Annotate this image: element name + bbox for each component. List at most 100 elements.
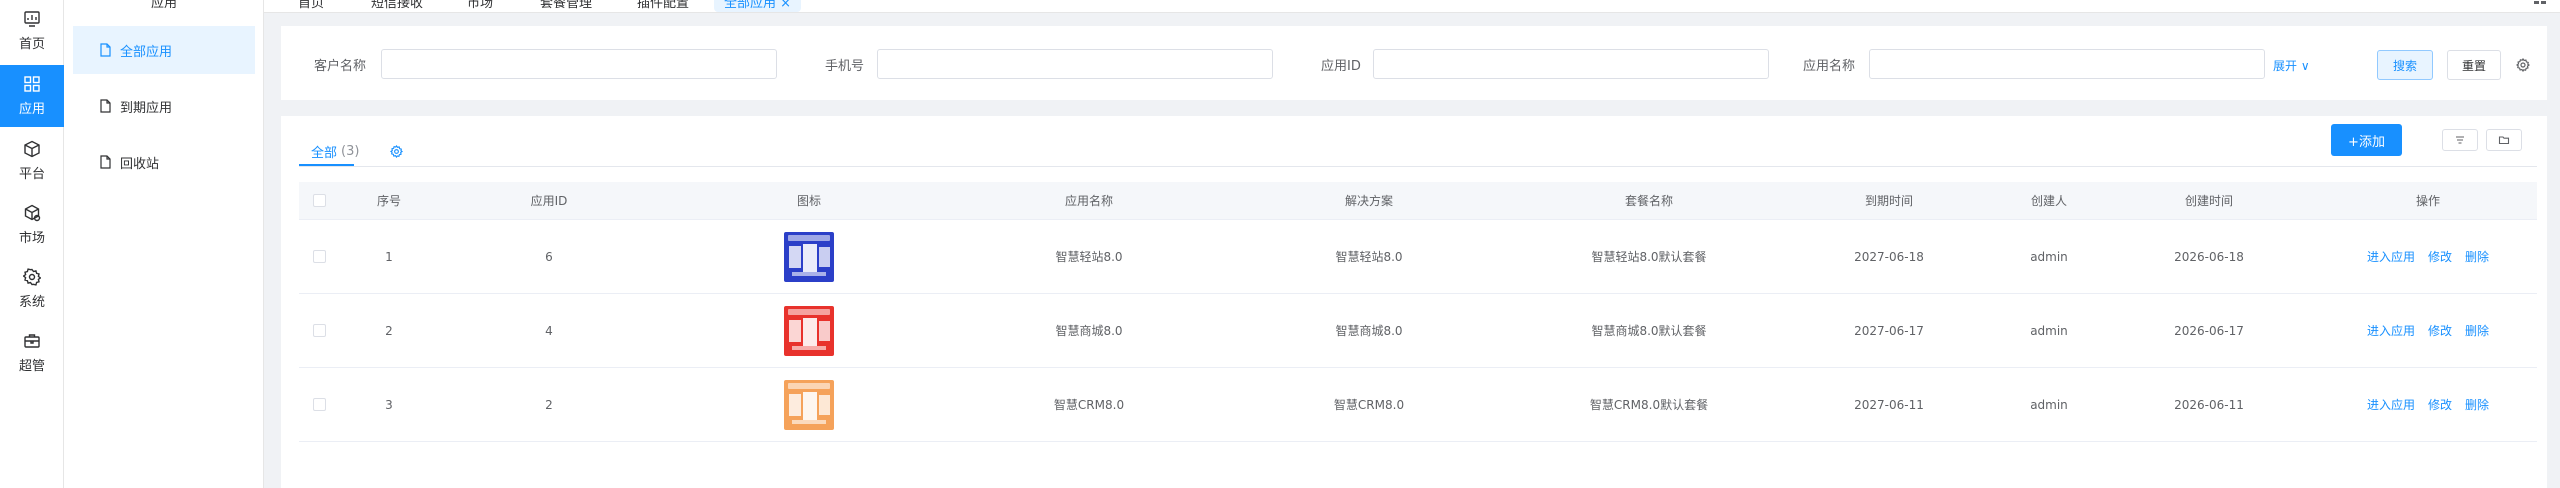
row-icon-cell bbox=[659, 220, 959, 293]
table-header: 序号 应用ID 图标 应用名称 解决方案 套餐名称 到期时间 创建人 创建时间 … bbox=[299, 182, 2537, 220]
market-box-icon bbox=[24, 204, 41, 222]
dashboard-icon bbox=[24, 11, 40, 27]
row-package: 智慧CRM8.0默认套餐 bbox=[1589, 398, 1709, 412]
tab-all-label: 全部 bbox=[311, 145, 338, 161]
row-creator: admin bbox=[2030, 249, 2068, 264]
apps-table: 序号 应用ID 图标 应用名称 解决方案 套餐名称 到期时间 创建人 创建时间 … bbox=[299, 182, 2537, 442]
delete-link[interactable]: 删除 bbox=[2465, 248, 2489, 265]
app-name-input[interactable] bbox=[1869, 49, 2265, 79]
subnav-label-recycle-bin: 回收站 bbox=[120, 156, 160, 172]
row-solution: 智慧CRM8.0 bbox=[1333, 398, 1405, 412]
reset-button[interactable]: 重置 bbox=[2447, 50, 2501, 80]
row-select-cell bbox=[299, 220, 339, 293]
row-package: 智慧商城8.0默认套餐 bbox=[1591, 324, 1707, 338]
row-created: 2026-06-18 bbox=[2174, 249, 2244, 264]
col-icon: 图标 bbox=[796, 194, 821, 208]
subnav-label-all-apps: 全部应用 bbox=[120, 44, 173, 60]
document-icon bbox=[100, 43, 111, 57]
col-creator: 创建人 bbox=[2030, 194, 2067, 208]
row-index: 1 bbox=[385, 249, 393, 264]
rail-item-market[interactable]: 市场 bbox=[0, 194, 64, 256]
subnav-label-expired-apps: 到期应用 bbox=[120, 100, 173, 116]
rail-item-apps[interactable]: 应用 bbox=[0, 65, 64, 127]
row-icon-cell bbox=[659, 368, 959, 441]
rail-item-platform[interactable]: 平台 bbox=[0, 130, 64, 192]
rail-label-home: 首页 bbox=[18, 37, 45, 52]
select-all-cell bbox=[299, 182, 339, 219]
phone-label: 手机号 bbox=[825, 59, 865, 74]
row-actions: 进入应用 修改 删除 bbox=[2319, 294, 2537, 367]
top-tab-market[interactable]: 市场 bbox=[457, 0, 503, 12]
row-expire: 2027-06-18 bbox=[1854, 249, 1924, 264]
row-app-id: 4 bbox=[545, 323, 553, 338]
enter-app-link[interactable]: 进入应用 bbox=[2367, 248, 2415, 265]
search-form: 客户名称 手机号 应用ID 应用名称 展开 ∨ 搜索 重置 bbox=[281, 26, 2547, 100]
folder-icon bbox=[2498, 136, 2510, 145]
row-checkbox[interactable] bbox=[312, 250, 326, 263]
top-tab-plugins[interactable]: 插件配置 bbox=[627, 0, 699, 12]
secondary-sidebar: 应用 全部应用 到期应用 回收站 bbox=[64, 0, 264, 488]
tab-settings-button[interactable] bbox=[390, 136, 404, 166]
briefcase-icon bbox=[24, 334, 40, 348]
top-tab-home[interactable]: 首页 bbox=[288, 0, 334, 12]
filter-lines-icon bbox=[2456, 136, 2464, 144]
row-solution: 智慧轻站8.0 bbox=[1335, 250, 1403, 264]
folder-button[interactable] bbox=[2486, 129, 2522, 151]
subnav-item-recycle-bin[interactable]: 回收站 bbox=[73, 138, 255, 186]
row-created: 2026-06-17 bbox=[2174, 323, 2244, 338]
add-app-button[interactable]: +添加 bbox=[2331, 124, 2402, 156]
edit-link[interactable]: 修改 bbox=[2428, 322, 2452, 339]
enter-app-link[interactable]: 进入应用 bbox=[2367, 396, 2415, 413]
apps-grid-icon bbox=[24, 76, 40, 92]
enter-app-link[interactable]: 进入应用 bbox=[2367, 322, 2415, 339]
delete-link[interactable]: 删除 bbox=[2465, 396, 2489, 413]
row-checkbox[interactable] bbox=[312, 324, 326, 337]
row-index: 2 bbox=[385, 323, 393, 338]
col-index: 序号 bbox=[376, 194, 401, 208]
row-checkbox[interactable] bbox=[312, 398, 326, 411]
top-tab-sms[interactable]: 短信接收 bbox=[361, 0, 433, 12]
delete-link[interactable]: 删除 bbox=[2465, 322, 2489, 339]
col-solution: 解决方案 bbox=[1344, 194, 1393, 208]
rail-item-superadmin[interactable]: 超管 bbox=[0, 322, 64, 384]
rail-label-platform: 平台 bbox=[18, 167, 45, 182]
rail-item-system[interactable]: 系统 bbox=[0, 258, 64, 320]
edit-link[interactable]: 修改 bbox=[2428, 396, 2452, 413]
settings-gear-icon[interactable] bbox=[2516, 58, 2530, 72]
row-package: 智慧轻站8.0默认套餐 bbox=[1591, 250, 1707, 264]
row-created: 2026-06-11 bbox=[2174, 397, 2244, 412]
row-app-name: 智慧商城8.0 bbox=[1055, 324, 1123, 338]
select-all-checkbox[interactable] bbox=[312, 194, 326, 207]
top-tab-packages[interactable]: 套餐管理 bbox=[530, 0, 602, 12]
app-id-input[interactable] bbox=[1373, 49, 1769, 79]
rail-label-superadmin: 超管 bbox=[18, 359, 45, 374]
col-app-name: 应用名称 bbox=[1064, 194, 1113, 208]
tab-all[interactable]: 全部 (3) bbox=[299, 136, 371, 166]
column-filter-button[interactable] bbox=[2442, 129, 2478, 151]
rail-label-system: 系统 bbox=[18, 295, 45, 310]
customer-name-input[interactable] bbox=[381, 49, 777, 79]
grid-menu-icon[interactable] bbox=[2534, 0, 2546, 4]
top-tab-all-apps[interactable]: 全部应用 × bbox=[714, 0, 802, 12]
row-select-cell bbox=[299, 368, 339, 441]
cube-icon bbox=[24, 140, 40, 158]
app-thumbnail bbox=[784, 305, 834, 356]
row-creator: admin bbox=[2030, 397, 2068, 412]
expand-filters-link[interactable]: 展开 ∨ bbox=[2273, 57, 2310, 74]
col-created: 创建时间 bbox=[2184, 194, 2233, 208]
row-app-id: 6 bbox=[545, 249, 553, 264]
row-app-id: 2 bbox=[545, 397, 553, 412]
tab-divider bbox=[299, 166, 2537, 167]
rail-label-market: 市场 bbox=[18, 231, 45, 246]
app-name-label: 应用名称 bbox=[1803, 59, 1856, 74]
col-actions: 操作 bbox=[2415, 194, 2440, 208]
subnav-item-all-apps[interactable]: 全部应用 bbox=[73, 26, 255, 74]
rail-item-home[interactable]: 首页 bbox=[0, 0, 64, 62]
app-list-card: 全部 (3) +添加 序号 应用ID 图标 应用名称 解决方案 套餐名称 到期时… bbox=[281, 116, 2547, 488]
edit-link[interactable]: 修改 bbox=[2428, 248, 2452, 265]
subnav-title: 应用 bbox=[150, 0, 177, 11]
phone-input[interactable] bbox=[877, 49, 1273, 79]
search-button[interactable]: 搜索 bbox=[2377, 50, 2433, 80]
row-solution: 智慧商城8.0 bbox=[1335, 324, 1403, 338]
subnav-item-expired-apps[interactable]: 到期应用 bbox=[73, 82, 255, 130]
